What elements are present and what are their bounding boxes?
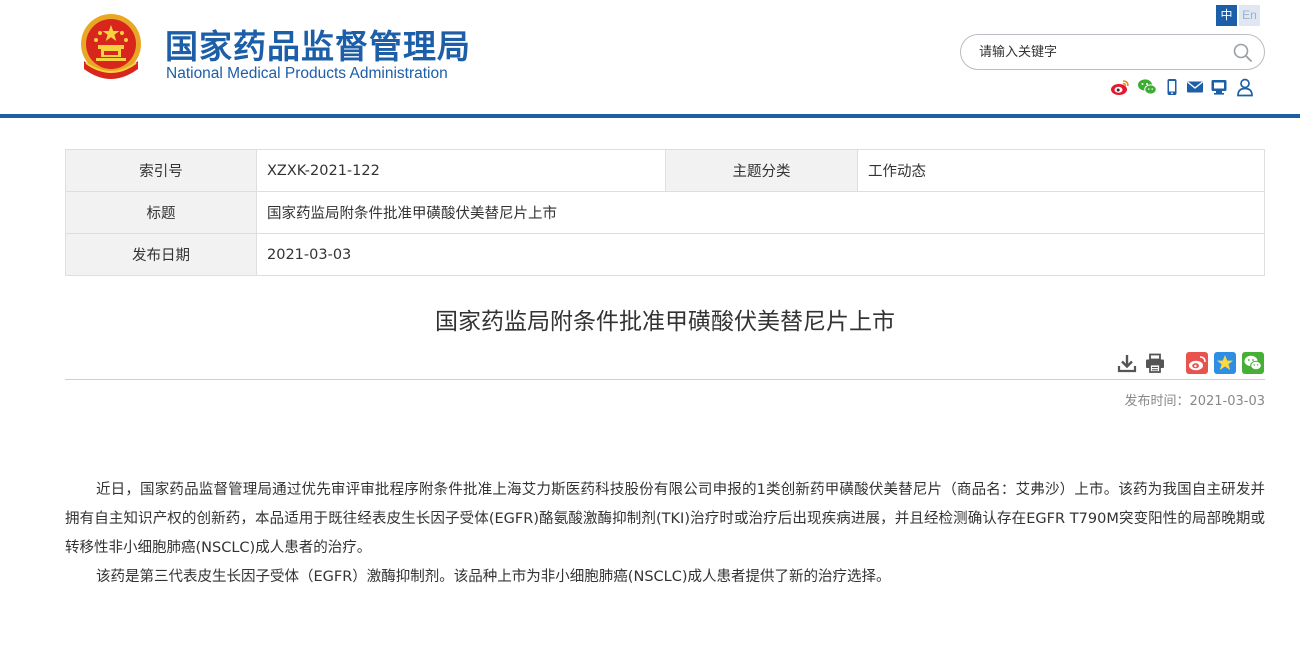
table-row: 标题 国家药监局附条件批准甲磺酸伏美替尼片上市: [65, 191, 1265, 234]
date-label: 发布日期: [65, 233, 257, 276]
date-value: 2021-03-03: [256, 233, 1265, 276]
article-title: 国家药监局附条件批准甲磺酸伏美替尼片上市: [435, 309, 895, 335]
category-value: 工作动态: [857, 149, 1265, 192]
site-header: 国家药品监督管理局 National Medical Products Admi…: [0, 0, 1300, 115]
index-label: 索引号: [65, 149, 257, 192]
search-icon[interactable]: [1232, 42, 1254, 64]
article-paragraph: 近日，国家药品监督管理局通过优先审评审批程序附条件批准上海艾力斯医药科技股份有限…: [65, 482, 1265, 556]
title-divider: [65, 379, 1265, 380]
mobile-icon[interactable]: [1162, 77, 1182, 97]
site-title-en[interactable]: National Medical Products Administration: [166, 65, 448, 83]
wechat-icon[interactable]: [1137, 77, 1157, 97]
table-row: 索引号 XZXK-2021-122 主题分类 工作动态: [65, 149, 1265, 192]
article-meta-table: 索引号 XZXK-2021-122 主题分类 工作动态 标题 国家药监局附条件批…: [65, 149, 1265, 276]
message-icon[interactable]: [1209, 77, 1229, 97]
weibo-icon[interactable]: [1110, 77, 1130, 97]
table-row: 发布日期 2021-03-03: [65, 233, 1265, 276]
social-links: [1110, 77, 1260, 97]
search-box: [960, 34, 1265, 70]
publish-time: 发布时间：2021-03-03: [1124, 394, 1265, 409]
article-paragraph: 该药是第三代表皮生长因子受体（EGFR）激酶抑制剂。该品种上市为非小细胞肺癌(N…: [96, 569, 891, 585]
user-icon[interactable]: [1235, 77, 1255, 97]
mail-icon[interactable]: [1185, 77, 1205, 97]
lang-chinese-button[interactable]: 中: [1216, 5, 1237, 26]
print-icon[interactable]: [1144, 352, 1166, 374]
download-icon[interactable]: [1116, 352, 1138, 374]
search-input[interactable]: [979, 43, 1229, 62]
lang-english-button[interactable]: En: [1239, 5, 1260, 26]
article-body: 近日，国家药品监督管理局通过优先审评审批程序附条件批准上海艾力斯医药科技股份有限…: [65, 476, 1265, 592]
title-value: 国家药监局附条件批准甲磺酸伏美替尼片上市: [256, 191, 1265, 234]
index-value: XZXK-2021-122: [256, 149, 666, 192]
national-emblem-icon[interactable]: [76, 11, 146, 83]
title-label: 标题: [65, 191, 257, 234]
qzone-share-icon[interactable]: [1214, 352, 1236, 374]
site-title[interactable]: 国家药品监督管理局: [165, 20, 471, 68]
weibo-share-icon[interactable]: [1186, 352, 1208, 374]
header-divider: [0, 114, 1300, 118]
wechat-share-icon[interactable]: [1242, 352, 1264, 374]
category-label: 主题分类: [665, 149, 858, 192]
